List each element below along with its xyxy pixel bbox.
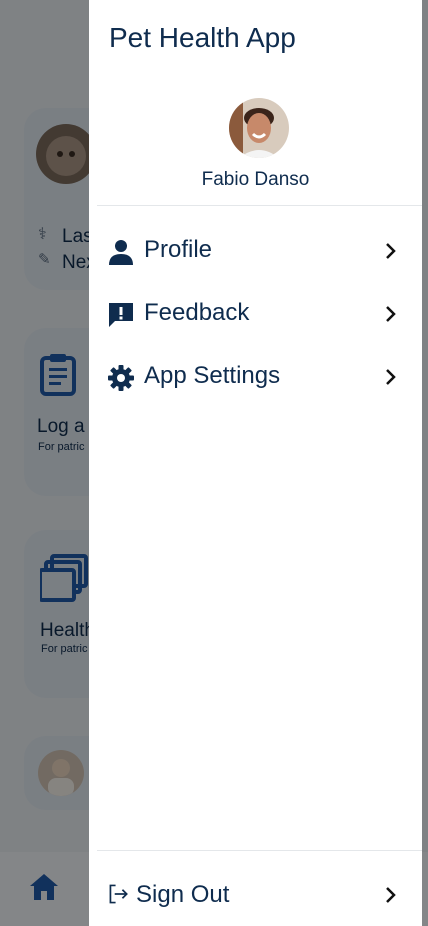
user-name: Fabio Danso: [201, 169, 310, 190]
person-icon: [109, 240, 133, 265]
chevron-right-icon: [386, 887, 396, 903]
menu-item-profile[interactable]: Profile: [89, 226, 422, 276]
chevron-right-icon: [386, 243, 396, 259]
sign-out-button[interactable]: Sign Out: [89, 869, 422, 919]
logout-icon: [109, 884, 128, 904]
drawer-title: Pet Health App: [109, 22, 296, 53]
menu-item-feedback-label: Feedback: [144, 299, 250, 326]
menu-item-feedback[interactable]: Feedback: [89, 289, 422, 339]
navigation-drawer: Pet Health App Fabio Danso Profile Feedb…: [89, 0, 422, 926]
menu-item-profile-label: Profile: [144, 236, 213, 263]
menu-item-app-settings[interactable]: App Settings: [89, 352, 422, 402]
menu-item-app-settings-label: App Settings: [144, 362, 281, 389]
user-avatar[interactable]: [229, 98, 289, 158]
feedback-icon: [109, 303, 133, 327]
sign-out-label: Sign Out: [136, 881, 230, 908]
footer-divider: [97, 850, 422, 851]
header-divider: [97, 205, 422, 206]
gear-icon: [108, 365, 134, 391]
chevron-right-icon: [386, 306, 396, 322]
chevron-right-icon: [386, 369, 396, 385]
